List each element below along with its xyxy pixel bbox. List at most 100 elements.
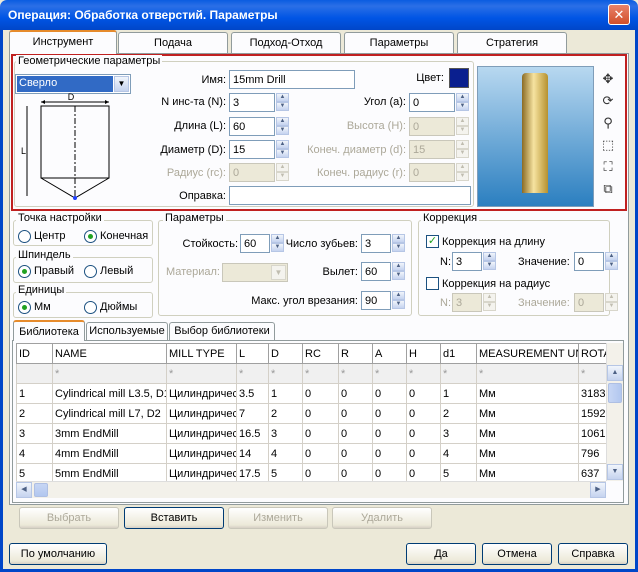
max-angle-spinner[interactable]: ▲ ▼ <box>392 291 405 310</box>
setpoint-center-radio[interactable] <box>18 230 31 243</box>
end-diameter-spinner[interactable]: ▲ ▼ <box>456 140 469 159</box>
insert-button[interactable]: Вставить <box>124 507 224 529</box>
table-row[interactable]: 55mm EndMillЦилиндрическая17.5500005Мм63… <box>16 463 606 481</box>
view-cube-icon[interactable]: ⧉ <box>599 180 617 198</box>
table-row[interactable]: 1Cylindrical mill L3.5, D1Цилиндрическая… <box>16 383 606 404</box>
help-button[interactable]: Справка <box>558 543 628 565</box>
rotate-icon[interactable]: ⟳ <box>599 92 617 110</box>
scroll-up-icon[interactable]: ▲ <box>607 365 623 381</box>
teeth-input[interactable] <box>361 234 391 253</box>
column-header[interactable]: MILL TYPE <box>166 343 237 364</box>
column-header[interactable]: H <box>406 343 441 364</box>
height-input[interactable] <box>409 117 455 136</box>
horizontal-scroll-thumb[interactable] <box>34 483 48 497</box>
filter-cell[interactable]: * <box>476 363 579 384</box>
diameter-spinner[interactable]: ▲ ▼ <box>276 140 289 159</box>
column-header[interactable]: NAME <box>52 343 167 364</box>
filter-cell[interactable]: * <box>338 363 373 384</box>
units-mm-radio[interactable] <box>18 301 31 314</box>
column-header[interactable]: d1 <box>440 343 477 364</box>
radius-n-spinner[interactable]: ▲ ▼ <box>483 293 496 312</box>
table-row[interactable]: 33mm EndMillЦилиндрическая16.5300003Мм10… <box>16 423 606 444</box>
overhang-spinner[interactable]: ▲ ▼ <box>392 262 405 281</box>
end-radius-input[interactable] <box>409 163 455 182</box>
column-header[interactable]: L <box>236 343 269 364</box>
length-spinner[interactable]: ▲ ▼ <box>276 117 289 136</box>
color-swatch[interactable] <box>449 68 469 88</box>
end-radius-spinner[interactable]: ▲ ▼ <box>456 163 469 182</box>
diameter-input[interactable] <box>229 140 275 159</box>
close-button[interactable]: ✕ <box>608 4 630 25</box>
tool-type-select[interactable]: Сверло ▼ <box>15 74 131 94</box>
cancel-button[interactable]: Отмена <box>482 543 552 565</box>
radius-n-input[interactable] <box>452 293 482 312</box>
radius-value-spinner[interactable]: ▲ ▼ <box>605 293 618 312</box>
column-header[interactable]: R <box>338 343 373 364</box>
tab-library[interactable]: Библиотека <box>13 320 85 341</box>
length-n-input[interactable] <box>452 252 482 271</box>
radius-input[interactable] <box>229 163 275 182</box>
filter-cell[interactable]: * <box>236 363 269 384</box>
tab-feed[interactable]: Подача <box>118 32 228 54</box>
column-header[interactable]: MEASUREMENT UNIT <box>476 343 579 364</box>
ok-button[interactable]: Да <box>406 543 476 565</box>
filter-cell[interactable] <box>16 363 53 384</box>
column-header[interactable]: RC <box>302 343 339 364</box>
height-spinner[interactable]: ▲ ▼ <box>456 117 469 136</box>
tab-used[interactable]: Используемые <box>86 322 168 341</box>
length-value-spinner[interactable]: ▲ ▼ <box>605 252 618 271</box>
tool-preview[interactable] <box>477 66 594 207</box>
table-horizontal-scrollbar[interactable]: ◀ ▶ <box>16 481 606 498</box>
filter-cell[interactable]: * <box>268 363 303 384</box>
teeth-spinner[interactable]: ▲ ▼ <box>392 234 405 253</box>
scroll-left-icon[interactable]: ◀ <box>16 482 32 498</box>
zoom-icon[interactable]: ⚲ <box>599 114 617 132</box>
material-select[interactable]: ▼ <box>222 263 288 282</box>
radius-spinner[interactable]: ▲ ▼ <box>276 163 289 182</box>
filter-cell[interactable]: * <box>166 363 237 384</box>
spindle-left-radio[interactable] <box>84 265 97 278</box>
tool-number-input[interactable] <box>229 93 275 112</box>
tab-select-library[interactable]: Выбор библиотеки <box>169 322 275 341</box>
filter-cell[interactable]: * <box>440 363 477 384</box>
column-header[interactable]: D <box>268 343 303 364</box>
delete-button[interactable]: Удалить <box>332 507 432 529</box>
spindle-right-radio[interactable] <box>18 265 31 278</box>
tab-strategy[interactable]: Стратегия <box>457 32 567 54</box>
length-value-input[interactable] <box>574 252 604 271</box>
table-vertical-scrollbar[interactable]: ▲ ▼ <box>606 343 623 481</box>
durability-spinner[interactable]: ▲ ▼ <box>271 234 284 253</box>
radius-correction-checkbox[interactable] <box>426 277 439 290</box>
default-button[interactable]: По умолчанию <box>9 543 107 565</box>
change-button[interactable]: Изменить <box>228 507 328 529</box>
select-button[interactable]: Выбрать <box>19 507 119 529</box>
end-diameter-input[interactable] <box>409 140 455 159</box>
column-header[interactable]: A <box>372 343 407 364</box>
scroll-down-icon[interactable]: ▼ <box>607 464 623 480</box>
filter-cell[interactable]: * <box>52 363 167 384</box>
angle-spinner[interactable]: ▲ ▼ <box>456 93 469 112</box>
filter-cell[interactable]: * <box>406 363 441 384</box>
filter-cell[interactable]: * <box>302 363 339 384</box>
setpoint-end-radio[interactable] <box>84 230 97 243</box>
max-angle-input[interactable] <box>361 291 391 310</box>
length-input[interactable] <box>229 117 275 136</box>
zoom-window-icon[interactable]: ⬚ <box>599 136 617 154</box>
table-row[interactable]: 2Cylindrical mill L7, D2Цилиндрическая72… <box>16 403 606 424</box>
durability-input[interactable] <box>240 234 270 253</box>
tool-number-spinner[interactable]: ▲ ▼ <box>276 93 289 112</box>
holder-input[interactable] <box>229 186 471 205</box>
length-correction-checkbox[interactable]: ✓ <box>426 235 439 248</box>
filter-cell[interactable]: * <box>578 363 606 384</box>
name-input[interactable] <box>229 70 355 89</box>
fit-view-icon[interactable]: ⛶ <box>599 158 617 176</box>
tab-approach[interactable]: Подход-Отход <box>231 32 341 54</box>
pan-icon[interactable]: ✥ <box>599 70 617 88</box>
column-header[interactable]: ROTA <box>578 343 606 364</box>
tab-tool[interactable]: Инструмент <box>9 30 117 54</box>
table-row[interactable]: 44mm EndMillЦилиндрическая14400004Мм796 <box>16 443 606 464</box>
filter-cell[interactable]: * <box>372 363 407 384</box>
length-n-spinner[interactable]: ▲ ▼ <box>483 252 496 271</box>
column-header[interactable]: ID <box>16 343 53 364</box>
overhang-input[interactable] <box>361 262 391 281</box>
